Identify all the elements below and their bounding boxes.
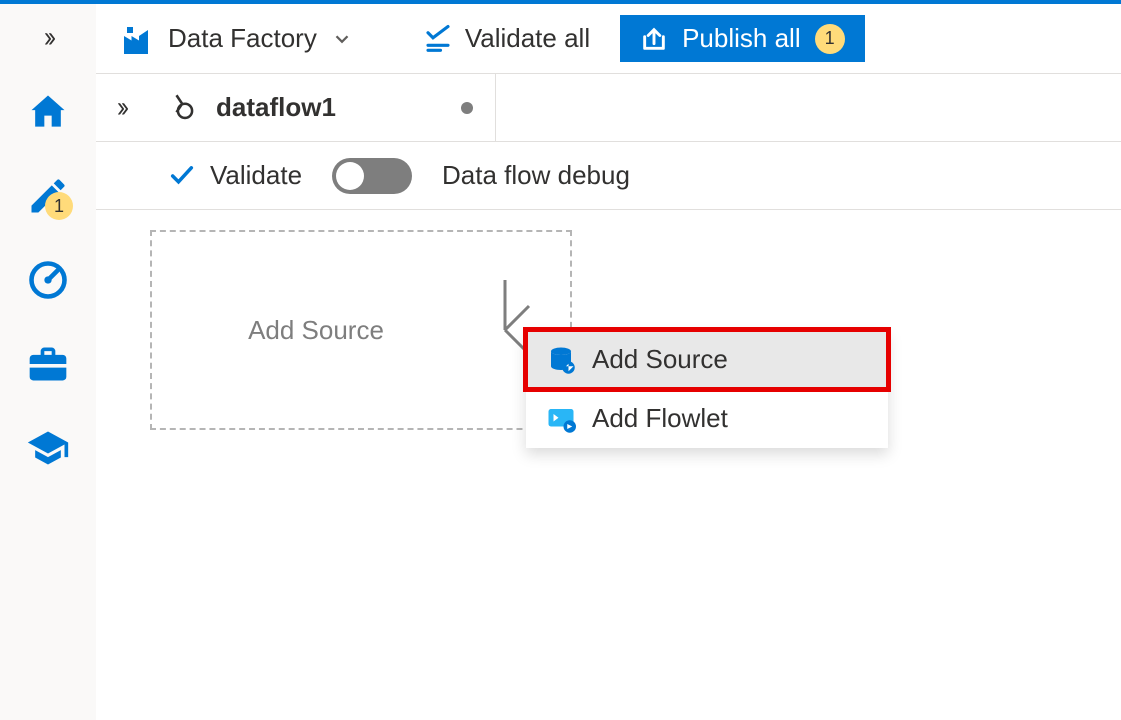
toolbox-icon	[26, 342, 70, 386]
publish-all-button[interactable]: Publish all 1	[620, 15, 865, 62]
dataflow-toolbar: Validate Data flow debug	[96, 142, 1121, 210]
debug-label: Data flow debug	[442, 160, 630, 191]
nav-home[interactable]	[13, 82, 83, 142]
chevron-right-double-icon: ››	[44, 21, 52, 55]
check-icon	[168, 162, 196, 190]
upload-icon	[640, 25, 668, 53]
check-list-icon	[423, 24, 453, 54]
validate-label: Validate	[210, 160, 302, 191]
tab-dataflow1[interactable]: dataflow1	[146, 74, 496, 142]
toggle-knob	[336, 162, 364, 190]
database-icon	[546, 345, 576, 375]
unsaved-indicator-icon	[461, 102, 473, 114]
validate-all-label: Validate all	[465, 23, 590, 54]
home-icon	[26, 90, 70, 134]
menu-add-flowlet-label: Add Flowlet	[592, 403, 728, 434]
nav-author[interactable]: 1	[13, 166, 83, 226]
tab-header: ›› dataflow1	[96, 74, 1121, 142]
author-count-badge: 1	[45, 192, 73, 220]
data-factory-icon	[118, 21, 154, 57]
menu-add-source-label: Add Source	[592, 344, 728, 375]
breadcrumb-title: Data Factory	[168, 23, 317, 54]
validate-all-button[interactable]: Validate all	[405, 23, 608, 54]
breadcrumb[interactable]: Data Factory	[118, 21, 353, 57]
validate-button[interactable]: Validate	[168, 160, 302, 191]
nav-learn[interactable]	[13, 418, 83, 478]
panel-expand-button[interactable]: ››	[96, 74, 146, 142]
chevron-down-icon	[331, 28, 353, 50]
debug-toggle[interactable]	[332, 158, 412, 194]
left-nav-rail: ›› 1	[0, 4, 96, 720]
gauge-icon	[26, 258, 70, 302]
flowlet-icon	[546, 404, 576, 434]
publish-count-badge: 1	[815, 24, 845, 54]
menu-add-flowlet[interactable]: Add Flowlet	[526, 389, 888, 448]
top-toolbar: Data Factory Validate all Publish all 1	[96, 4, 1121, 74]
menu-add-source[interactable]: Add Source	[526, 330, 888, 389]
publish-label: Publish all	[682, 23, 801, 54]
dataflow-icon	[168, 91, 202, 125]
add-source-menu: Add Source Add Flowlet	[526, 330, 888, 448]
chevron-right-double-icon: ››	[117, 91, 125, 125]
add-source-placeholder[interactable]: Add Source	[150, 230, 572, 430]
rail-expand-button[interactable]: ››	[44, 18, 52, 58]
add-source-label: Add Source	[152, 315, 480, 346]
nav-manage[interactable]	[13, 334, 83, 394]
nav-monitor[interactable]	[13, 250, 83, 310]
graduation-cap-icon	[26, 426, 70, 470]
tab-label: dataflow1	[216, 92, 336, 123]
